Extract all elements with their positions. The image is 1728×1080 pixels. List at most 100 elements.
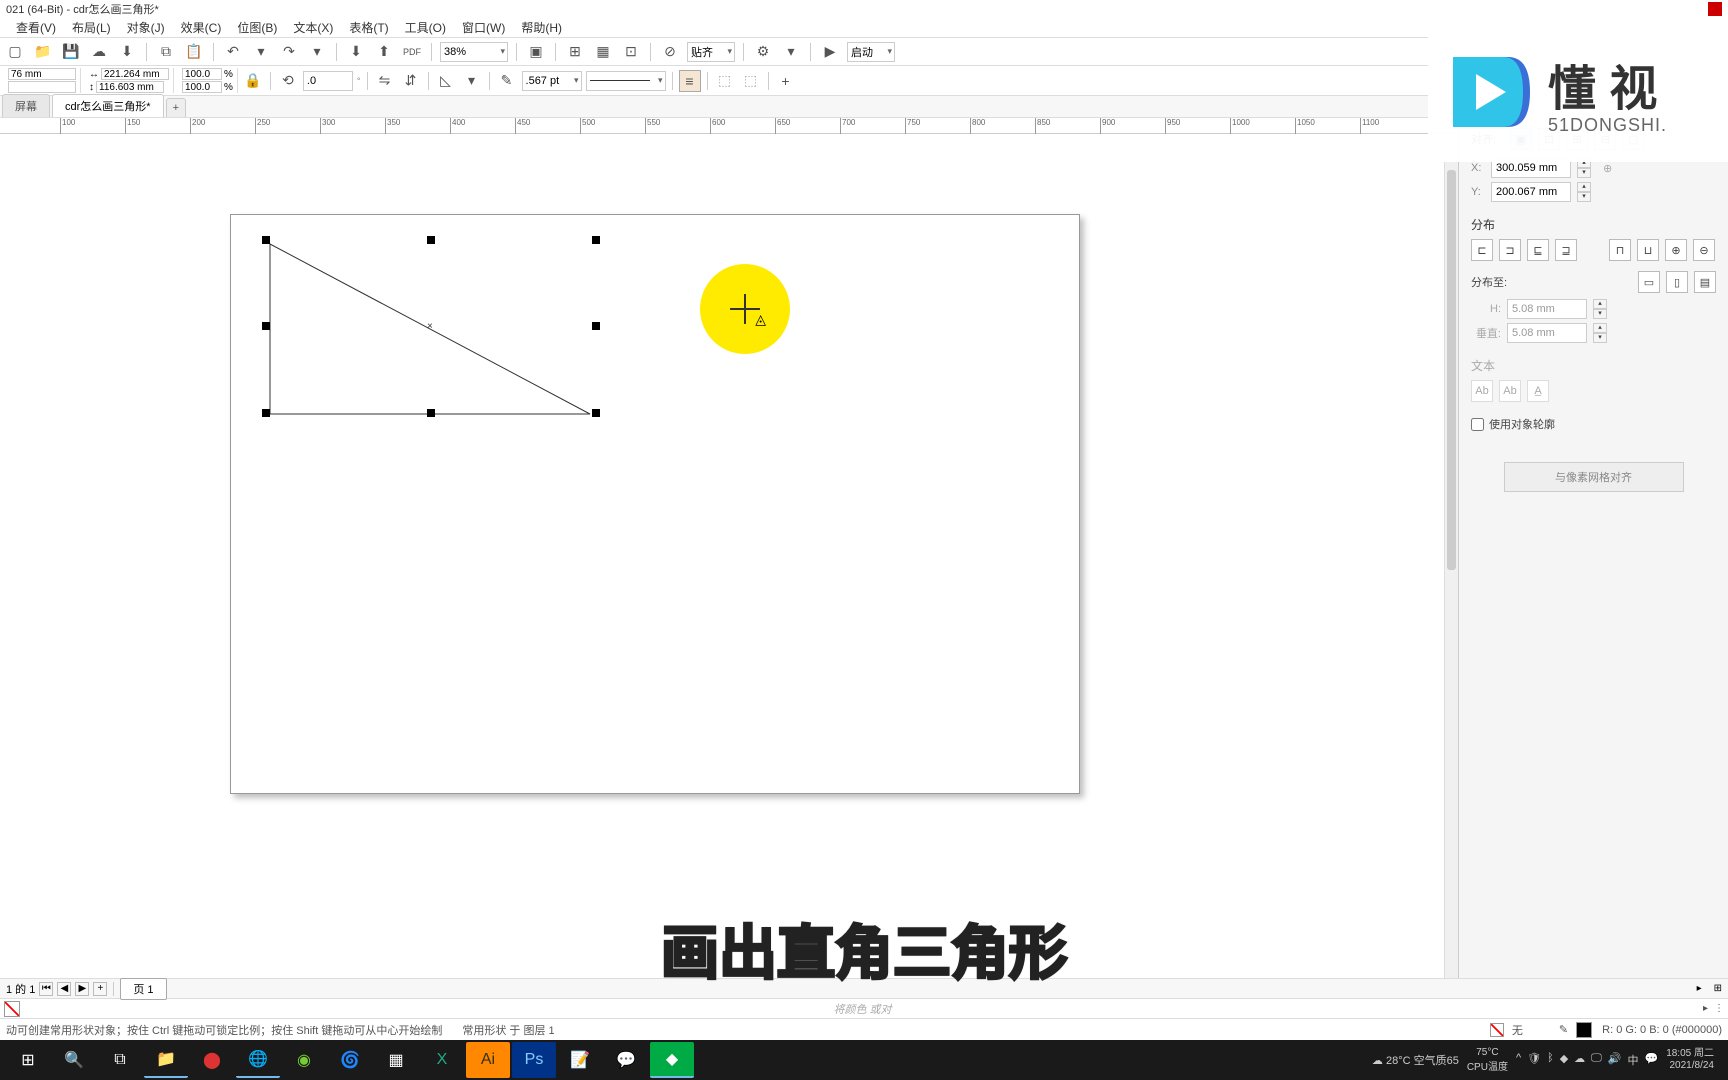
- coreldraw-icon[interactable]: ◆: [650, 1042, 694, 1078]
- align-y-input[interactable]: [1491, 182, 1571, 202]
- illustrator-icon[interactable]: Ai: [466, 1042, 510, 1078]
- dist-left-icon[interactable]: ⊏: [1471, 239, 1493, 261]
- selection-handle[interactable]: [262, 236, 270, 244]
- dist-hspace-icon[interactable]: ⊑: [1527, 239, 1549, 261]
- import-icon[interactable]: ⬇: [345, 41, 367, 63]
- undo-icon[interactable]: ↶: [222, 41, 244, 63]
- tray-up-icon[interactable]: ^: [1516, 1052, 1521, 1068]
- explorer-icon[interactable]: 📁: [144, 1042, 188, 1078]
- wrap-text-icon[interactable]: ≡: [679, 70, 701, 92]
- shape-icon[interactable]: ◺: [435, 70, 457, 92]
- menu-object[interactable]: 对象(J): [121, 17, 171, 38]
- app-green-icon[interactable]: ◉: [282, 1042, 326, 1078]
- palette-menu-icon[interactable]: ⋮: [1714, 1003, 1724, 1014]
- canvas[interactable]: × ◬: [0, 134, 1458, 978]
- stroke-style-dropdown[interactable]: [586, 71, 666, 91]
- options-dd-icon[interactable]: ▾: [780, 41, 802, 63]
- outline-checkbox-input[interactable]: [1471, 418, 1484, 431]
- scroll-thumb[interactable]: [1447, 170, 1456, 570]
- tray-monitor-icon[interactable]: 🖵: [1591, 1052, 1602, 1068]
- dist-vcenter-icon[interactable]: ⊔: [1637, 239, 1659, 261]
- spin-up[interactable]: ▴: [1593, 323, 1607, 333]
- excel-icon[interactable]: X: [420, 1042, 464, 1078]
- zoom-dropdown[interactable]: 38%: [440, 42, 508, 62]
- guides-icon[interactable]: ⊡: [620, 41, 642, 63]
- scale-y-input[interactable]: [182, 81, 222, 93]
- selection-handle[interactable]: [262, 322, 270, 330]
- target-icon[interactable]: ⊕: [1603, 162, 1612, 175]
- open-icon[interactable]: 📁: [32, 41, 54, 63]
- wechat-icon[interactable]: 💬: [604, 1042, 648, 1078]
- launch-dropdown[interactable]: 启动: [847, 42, 895, 62]
- cloud-down-icon[interactable]: ⬇: [116, 41, 138, 63]
- task-view-icon[interactable]: ⧉: [98, 1042, 142, 1078]
- menu-text[interactable]: 文本(X): [287, 17, 339, 38]
- spin-down[interactable]: ▾: [1593, 333, 1607, 343]
- page-tab[interactable]: 页 1: [120, 978, 166, 1000]
- play-icon[interactable]: ▶: [819, 41, 841, 63]
- triangle-shape[interactable]: [260, 234, 600, 434]
- grid-icon[interactable]: ▦: [592, 41, 614, 63]
- outline-indicator-icon[interactable]: ✎: [1559, 1023, 1568, 1036]
- tab-document[interactable]: cdr怎么画三角形*: [52, 94, 164, 117]
- tab-add[interactable]: +: [166, 98, 186, 117]
- spin-down[interactable]: ▾: [1577, 192, 1591, 202]
- tray-shield-icon[interactable]: 🛡: [1527, 1052, 1541, 1068]
- chrome-icon[interactable]: 🌐: [236, 1042, 280, 1078]
- dist-bottom-icon[interactable]: ⊖: [1693, 239, 1715, 261]
- redo-dd-icon[interactable]: ▾: [306, 41, 328, 63]
- mirror-v-icon[interactable]: ⇵: [400, 70, 422, 92]
- notes-icon[interactable]: 📝: [558, 1042, 602, 1078]
- redo-icon[interactable]: ↷: [278, 41, 300, 63]
- photoshop-icon[interactable]: Ps: [512, 1042, 556, 1078]
- page-next-icon[interactable]: ▶: [75, 982, 89, 996]
- no-fill-swatch[interactable]: [4, 1001, 20, 1017]
- height-input[interactable]: [96, 81, 164, 93]
- tray-volume-icon[interactable]: 🔊: [1608, 1052, 1622, 1068]
- menu-window[interactable]: 窗口(W): [456, 17, 511, 38]
- task-app-icon[interactable]: ▦: [374, 1042, 418, 1078]
- selection-handle[interactable]: [262, 409, 270, 417]
- pos-x-input[interactable]: [8, 68, 76, 80]
- pdf-icon[interactable]: PDF: [401, 41, 423, 63]
- fullscreen-icon[interactable]: ▣: [525, 41, 547, 63]
- start-button[interactable]: ⊞: [6, 1042, 50, 1078]
- dist-top-icon[interactable]: ⊓: [1609, 239, 1631, 261]
- tab-screen[interactable]: 屏幕: [2, 94, 50, 117]
- snap-off-icon[interactable]: ⊘: [659, 41, 681, 63]
- menu-effect[interactable]: 效果(C): [175, 17, 228, 38]
- palette-arrow-icon[interactable]: ▸: [1703, 1003, 1708, 1014]
- vertical-scrollbar[interactable]: [1444, 150, 1458, 978]
- v-spacing-input[interactable]: [1507, 323, 1587, 343]
- tray-notify-icon[interactable]: 💬: [1644, 1052, 1658, 1068]
- paste-icon[interactable]: 📋: [183, 41, 205, 63]
- spin-down[interactable]: ▾: [1577, 168, 1591, 178]
- menu-view[interactable]: 查看(V): [10, 17, 62, 38]
- hscroll-ctrl-icon[interactable]: ⊞: [1714, 983, 1722, 994]
- cloud-up-icon[interactable]: ☁: [88, 41, 110, 63]
- dist-vspace-icon[interactable]: ⊕: [1665, 239, 1687, 261]
- pos-y-input[interactable]: [8, 81, 76, 93]
- export-icon[interactable]: ⬆: [373, 41, 395, 63]
- cpu-temp-widget[interactable]: 75°CCPU温度: [1467, 1047, 1508, 1073]
- h-spacing-input[interactable]: [1507, 299, 1587, 319]
- menu-table[interactable]: 表格(T): [343, 17, 394, 38]
- window-control-icon[interactable]: [1708, 2, 1722, 16]
- scale-x-input[interactable]: [182, 68, 222, 80]
- snap-dropdown[interactable]: 贴齐: [687, 42, 735, 62]
- options-icon[interactable]: ⚙: [752, 41, 774, 63]
- edge-icon[interactable]: 🌀: [328, 1042, 372, 1078]
- dist-to-page-icon[interactable]: ▯: [1666, 271, 1688, 293]
- add-icon[interactable]: +: [775, 70, 797, 92]
- search-icon[interactable]: 🔍: [52, 1042, 96, 1078]
- hscroll-arrow-icon[interactable]: ▸: [1697, 983, 1702, 994]
- rotation-input[interactable]: [303, 71, 353, 91]
- record-icon[interactable]: ⬤: [190, 1042, 234, 1078]
- tray-green-icon[interactable]: ◆: [1560, 1052, 1568, 1068]
- copy-icon[interactable]: ⧉: [155, 41, 177, 63]
- fill-indicator-icon[interactable]: [1490, 1023, 1504, 1037]
- tray-bluetooth-icon[interactable]: ᛒ: [1547, 1052, 1554, 1068]
- outline-icon[interactable]: ✎: [496, 70, 518, 92]
- save-icon[interactable]: 💾: [60, 41, 82, 63]
- width-input[interactable]: [101, 68, 169, 80]
